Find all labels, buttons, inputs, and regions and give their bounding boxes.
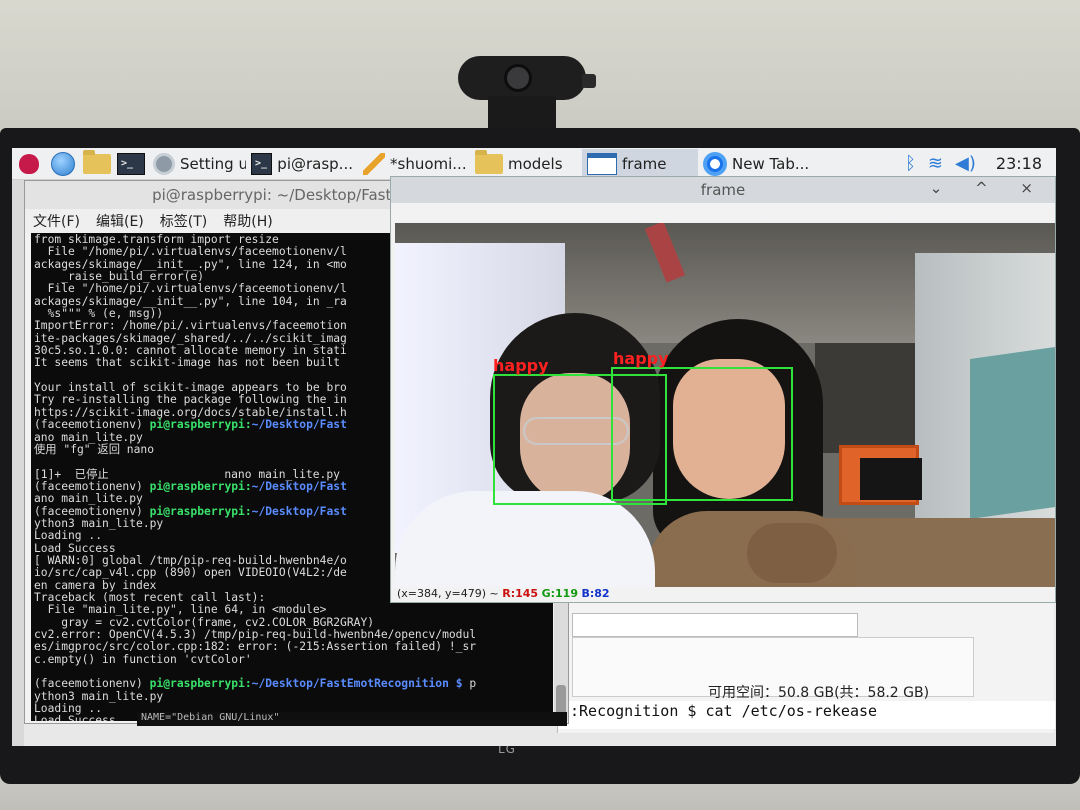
globe-icon bbox=[51, 151, 75, 176]
frame-title: frame bbox=[700, 181, 746, 199]
task-models-folder[interactable]: models bbox=[470, 149, 582, 179]
task-editor[interactable]: *shuomi... bbox=[358, 149, 470, 179]
free-space-status: 可用空间：50.8 GB(共：58.2 GB) bbox=[708, 685, 930, 701]
face-detection-box bbox=[611, 367, 793, 501]
window-controls[interactable]: ⌄ ^ × bbox=[930, 179, 1047, 197]
terminal-icon: >_ bbox=[251, 152, 273, 175]
task-settings[interactable]: Setting u... bbox=[148, 149, 246, 179]
emotion-label: happy bbox=[613, 349, 669, 368]
person-right-hand bbox=[747, 523, 837, 583]
screen: >_ Setting u... >_ pi@rasp... *shuomi...… bbox=[12, 148, 1056, 746]
clock[interactable]: 23:18 bbox=[996, 154, 1042, 173]
task-label: *shuomi... bbox=[390, 154, 467, 173]
webcam-lens-icon bbox=[504, 64, 532, 92]
menu-file[interactable]: 文件(F) bbox=[33, 211, 80, 231]
task-label: New Tab... bbox=[732, 154, 810, 173]
frame-window: frame ⌄ ^ × happy happy (x=384, y=479) ~… bbox=[390, 176, 1056, 603]
path-field[interactable] bbox=[572, 613, 858, 637]
file-manager-launcher[interactable] bbox=[82, 149, 112, 178]
person-left-jacket bbox=[395, 491, 655, 587]
background-window: 可用空间：50.8 GB(共：58.2 GB) :Recognition $ c… bbox=[557, 603, 1055, 733]
pixel-status: (x=384, y=479) ~ R:145 G:119 B:82 bbox=[397, 587, 610, 603]
task-label: pi@rasp... bbox=[277, 154, 353, 173]
task-label: models bbox=[508, 154, 563, 173]
red-value: R:145 bbox=[502, 587, 539, 600]
raspberry-icon bbox=[19, 153, 39, 174]
chromium-icon bbox=[703, 151, 727, 176]
dark-window bbox=[815, 343, 915, 453]
system-tray: ᛒ ≋ ◀) 23:18 bbox=[905, 153, 1056, 174]
volume-icon[interactable]: ◀) bbox=[955, 153, 976, 174]
raspberry-menu-button[interactable] bbox=[14, 150, 44, 178]
menu-tabs[interactable]: 标签(T) bbox=[160, 211, 207, 231]
task-label: frame bbox=[622, 154, 667, 173]
terminal-line: ython3 main_lite.py bbox=[34, 689, 164, 703]
bluetooth-icon[interactable]: ᛒ bbox=[905, 153, 916, 174]
lab-monitor bbox=[860, 458, 922, 500]
whiteboard bbox=[970, 347, 1055, 519]
frame-titlebar[interactable]: frame ⌄ ^ × bbox=[391, 177, 1055, 203]
desktop-edge bbox=[12, 180, 24, 746]
green-value: G:119 bbox=[541, 587, 578, 600]
pencil-icon bbox=[363, 152, 385, 175]
emotion-label: happy bbox=[493, 356, 549, 375]
terminal-line: c.empty() in function 'cvtColor' bbox=[34, 652, 252, 666]
webcam bbox=[458, 56, 596, 192]
cursor-coords: (x=384, y=479) ~ bbox=[397, 587, 503, 600]
terminal-icon: >_ bbox=[117, 152, 145, 175]
folder-icon bbox=[475, 149, 503, 174]
browser-launcher[interactable] bbox=[48, 150, 78, 178]
window-icon bbox=[587, 152, 617, 175]
camera-feed[interactable]: happy happy bbox=[395, 223, 1055, 587]
task-browser[interactable]: New Tab... bbox=[698, 149, 818, 179]
terminal-strip-text: NAME="Debian GNU/Linux" bbox=[137, 712, 567, 726]
terminal-launcher[interactable]: >_ bbox=[116, 150, 146, 178]
menu-edit[interactable]: 编辑(E) bbox=[96, 211, 144, 231]
gear-icon bbox=[153, 152, 175, 175]
folder-icon bbox=[83, 149, 111, 174]
background-terminal-line: :Recognition $ cat /etc/os-rekease bbox=[558, 701, 1055, 729]
blue-value: B:82 bbox=[581, 587, 610, 600]
task-terminal[interactable]: >_ pi@rasp... bbox=[246, 149, 358, 179]
menu-help[interactable]: 帮助(H) bbox=[223, 211, 272, 231]
task-label: Setting u... bbox=[180, 154, 246, 173]
task-frame[interactable]: frame bbox=[582, 148, 698, 179]
wifi-icon[interactable]: ≋ bbox=[928, 153, 943, 174]
lab-desk bbox=[825, 518, 1055, 587]
